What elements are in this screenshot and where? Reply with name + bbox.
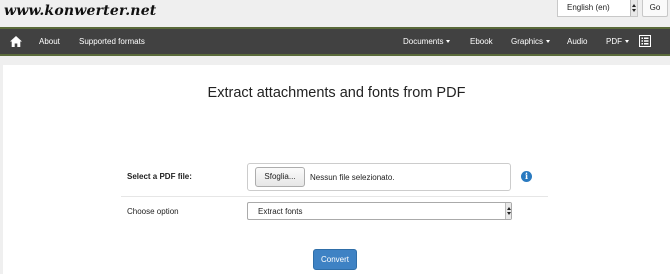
divider <box>121 196 548 197</box>
file-field-label: Select a PDF file: <box>127 172 192 181</box>
file-input[interactable]: Sfoglia... Nessun file selezionato. <box>247 163 511 191</box>
caret-down-icon <box>546 40 551 44</box>
select-arrows-icon <box>505 203 511 219</box>
info-icon[interactable]: i <box>521 171 532 182</box>
browse-button[interactable]: Sfoglia... <box>255 167 305 187</box>
nav-item-ebook[interactable]: Ebook <box>470 29 493 54</box>
nav-item-pdf[interactable]: PDF <box>606 29 629 54</box>
option-select[interactable]: Extract fonts <box>247 202 512 220</box>
main-panel: Extract attachments and fonts from PDF S… <box>3 65 670 274</box>
page-title: Extract attachments and fonts from PDF <box>207 85 466 101</box>
go-button[interactable]: Go <box>642 0 668 17</box>
site-logo[interactable]: www.konwerter.net <box>4 3 156 19</box>
nav-item-label: Supported formats <box>79 37 145 46</box>
nav-item-supported-formats[interactable]: Supported formats <box>79 29 145 54</box>
language-select-value: English (en) <box>567 3 610 12</box>
nav-item-label: PDF <box>606 37 622 46</box>
nav-item-audio[interactable]: Audio <box>567 29 587 54</box>
option-select-value: Extract fonts <box>258 207 303 216</box>
home-icon[interactable] <box>10 36 22 47</box>
nav-item-label: Graphics <box>511 37 544 46</box>
caret-down-icon <box>625 40 629 44</box>
language-select[interactable]: English (en) <box>557 0 638 17</box>
nav-item-graphics[interactable]: Graphics <box>511 29 551 54</box>
nav-item-label: About <box>39 37 60 46</box>
top-bar: www.konwerter.net English (en) Go <box>0 0 670 27</box>
main-navbar: About Supported formats Documents Ebook … <box>0 27 670 56</box>
list-icon[interactable] <box>639 35 651 47</box>
nav-item-label: Audio <box>567 37 588 46</box>
nav-item-documents[interactable]: Documents <box>403 29 451 54</box>
select-arrows-icon <box>630 0 637 16</box>
nav-item-about[interactable]: About <box>39 29 60 54</box>
option-field-label: Choose option <box>127 207 179 216</box>
caret-down-icon <box>446 40 451 44</box>
nav-item-label: Ebook <box>470 37 493 46</box>
convert-button[interactable]: Convert <box>313 249 357 270</box>
file-status-text: Nessun file selezionato. <box>310 173 395 182</box>
nav-item-label: Documents <box>403 37 444 46</box>
